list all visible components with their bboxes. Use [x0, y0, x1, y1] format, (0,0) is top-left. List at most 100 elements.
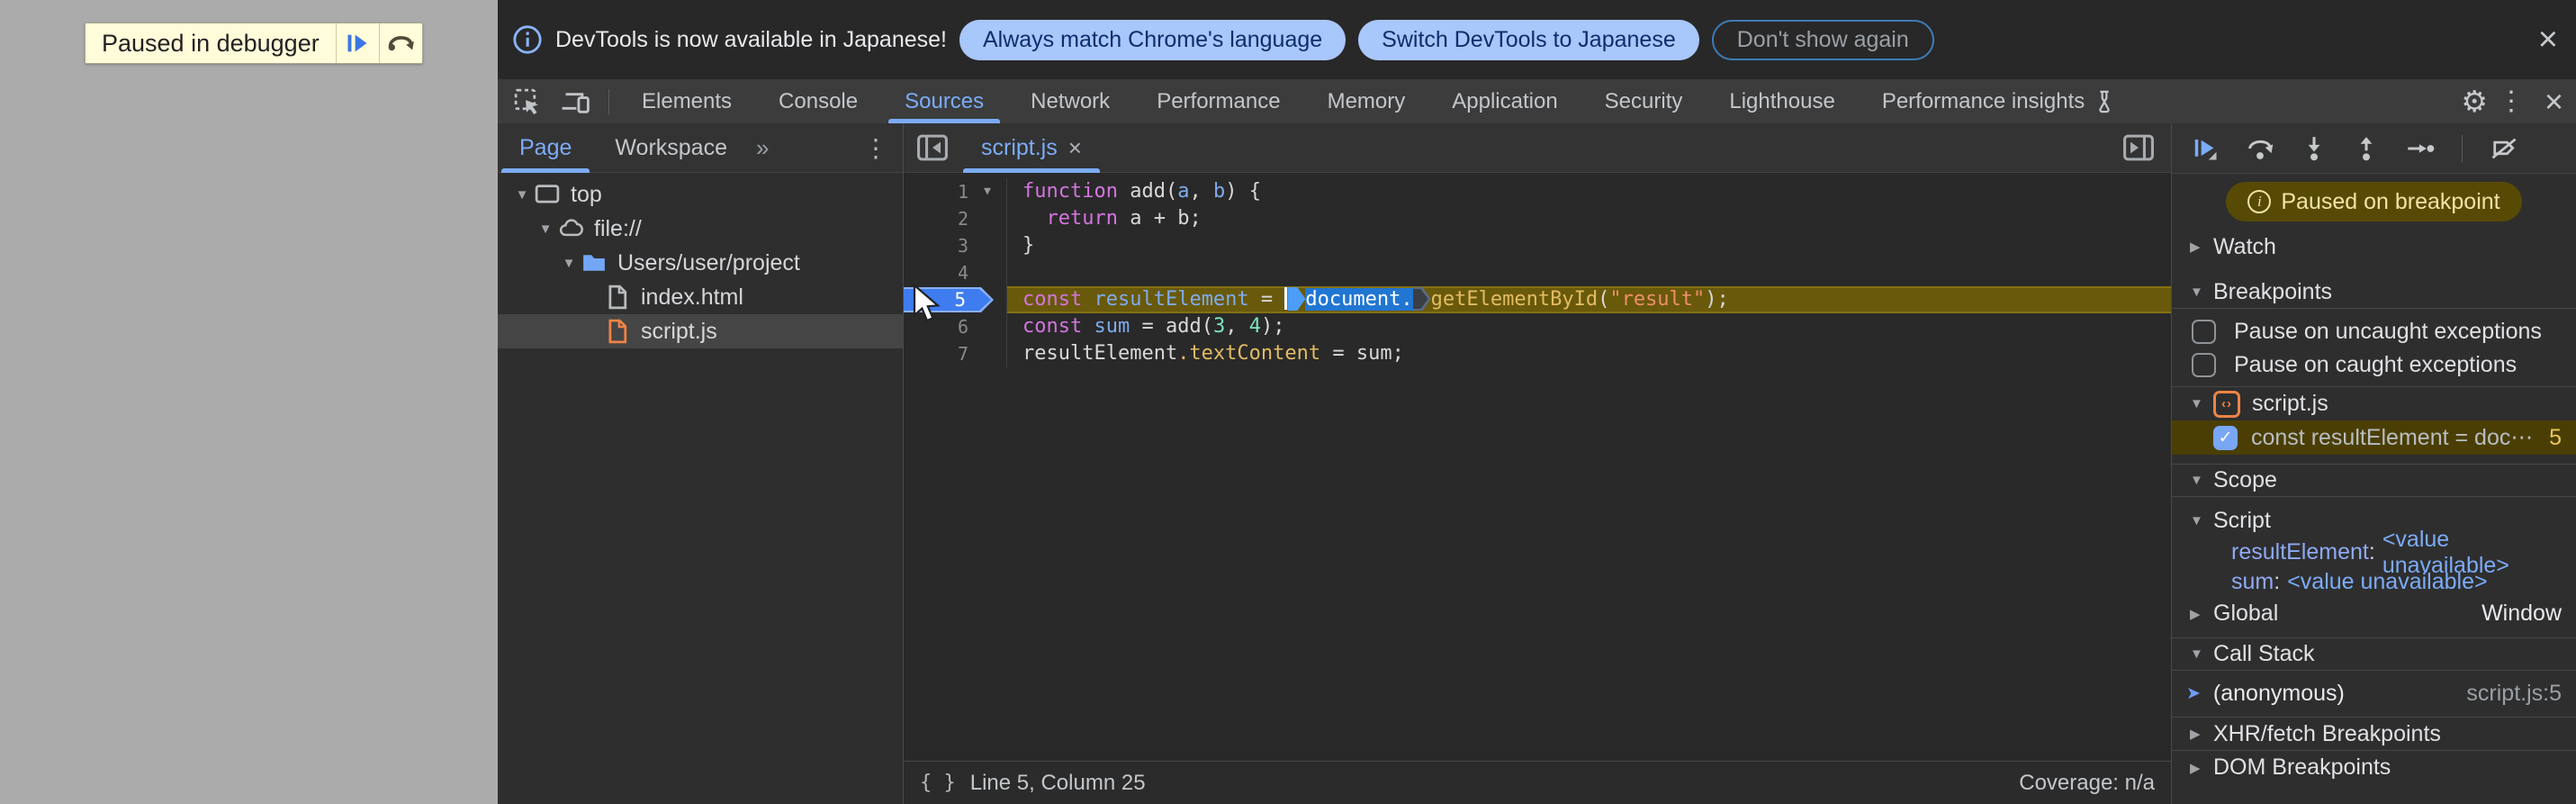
- tree-expand-arrow-icon[interactable]: ▼: [534, 221, 557, 237]
- code-fold-arrow-icon[interactable]: ▼: [968, 178, 1006, 205]
- line-number[interactable]: 1: [904, 178, 968, 205]
- always-match-language-button[interactable]: Always match Chrome's language: [959, 19, 1347, 60]
- code-text[interactable]: const sum = add(3, 4);: [1006, 313, 2171, 340]
- navigator-more-tabs-chevron[interactable]: »: [749, 134, 776, 162]
- line-number[interactable]: 3: [904, 232, 968, 259]
- code-line-2[interactable]: 2 return a + b;: [904, 205, 2171, 232]
- tree-item-users-user-project[interactable]: ▼ Users/user/project: [498, 246, 903, 280]
- tab-sources[interactable]: Sources: [881, 79, 1007, 123]
- step-button[interactable]: [2406, 135, 2435, 162]
- scope-global-row[interactable]: ▶ Global Window: [2172, 597, 2576, 630]
- more-options-kebab-button[interactable]: ⋮: [2488, 86, 2535, 117]
- breakpoint-entry[interactable]: const resultElement = doc⋯ 5: [2172, 420, 2576, 455]
- scope-variable-row[interactable]: resultElement: <value unavailable>: [2172, 527, 2576, 578]
- section-breakpoints[interactable]: ▼ Breakpoints: [2172, 276, 2576, 309]
- navigator-tab-workspace[interactable]: Workspace: [593, 123, 749, 173]
- gutter-line-5[interactable]: 5: [904, 286, 1006, 313]
- pause-uncaught-exceptions-row[interactable]: Pause on uncaught exceptions: [2172, 315, 2576, 348]
- tab-network[interactable]: Network: [1007, 79, 1133, 123]
- code-token: return: [1046, 207, 1118, 230]
- toggle-device-toolbar-button[interactable]: [551, 86, 599, 116]
- inline-breakpoint-marker-active[interactable]: [1287, 287, 1306, 311]
- dont-show-again-button[interactable]: Don't show again: [1711, 19, 1934, 60]
- caught-exceptions-checkbox[interactable]: [2192, 353, 2216, 377]
- settings-gear-button[interactable]: ⚙: [2461, 84, 2488, 119]
- breakpoint-enabled-checkbox[interactable]: [2213, 425, 2238, 450]
- tree-item-script-js[interactable]: script.js: [498, 314, 903, 348]
- code-line-1[interactable]: 1 ▼ function add(a, b) {: [904, 178, 2171, 205]
- code-text[interactable]: return a + b;: [1006, 205, 2171, 232]
- gutter-line-1[interactable]: 1 ▼: [904, 178, 1006, 205]
- code-text[interactable]: [1006, 259, 2171, 286]
- tab-elements[interactable]: Elements: [618, 79, 755, 123]
- pretty-print-icon[interactable]: { }: [920, 772, 956, 794]
- code-line-6[interactable]: 6 const sum = add(3, 4);: [904, 313, 2171, 340]
- section-dom-breakpoints[interactable]: ▶ DOM Breakpoints: [2172, 750, 2576, 784]
- deactivate-breakpoints-button[interactable]: [2490, 135, 2518, 162]
- tab-lighthouse[interactable]: Lighthouse: [1706, 79, 1858, 123]
- gutter-line-6[interactable]: 6: [904, 313, 1006, 340]
- toggle-navigator-panel-button[interactable]: [916, 133, 949, 162]
- tab-memory[interactable]: Memory: [1304, 79, 1429, 123]
- code-line-5[interactable]: 5 const resultElement = document. getEleme…: [904, 286, 2171, 313]
- tab-security[interactable]: Security: [1581, 79, 1707, 123]
- tree-expand-arrow-icon[interactable]: ▼: [557, 256, 581, 271]
- devtools-infobar: DevTools is now available in Japanese! A…: [498, 0, 2576, 79]
- line-number[interactable]: 2: [904, 205, 968, 232]
- gutter-line-7[interactable]: 7: [904, 340, 1006, 367]
- line-number[interactable]: 4: [904, 259, 968, 286]
- uncaught-exceptions-checkbox[interactable]: [2192, 320, 2216, 344]
- navigator-kebab-menu[interactable]: ⋮: [863, 133, 888, 163]
- code-line-4[interactable]: 4: [904, 259, 2171, 286]
- banner-step-over-button[interactable]: [378, 23, 422, 63]
- line-number[interactable]: 7: [904, 340, 968, 367]
- variable-name: sum: [2231, 569, 2274, 594]
- step-out-button[interactable]: [2354, 135, 2379, 162]
- call-stack-frame[interactable]: ➤ (anonymous) script.js:5: [2172, 675, 2576, 711]
- inline-breakpoint-marker[interactable]: [1412, 287, 1431, 311]
- frame-location: script.js:5: [2466, 680, 2562, 706]
- code-text[interactable]: }: [1006, 232, 2171, 259]
- gutter-line-4[interactable]: 4: [904, 259, 1006, 286]
- tree-item-top[interactable]: ▼ top: [498, 177, 903, 212]
- code-text[interactable]: const resultElement = document. getElemen…: [1006, 286, 2171, 313]
- code-line-3[interactable]: 3}: [904, 232, 2171, 259]
- code-token: ,: [1189, 180, 1213, 203]
- gutter-line-3[interactable]: 3: [904, 232, 1006, 259]
- gutter-line-2[interactable]: 2: [904, 205, 1006, 232]
- tree-expand-arrow-icon[interactable]: ▼: [510, 187, 534, 203]
- tree-item-file-[interactable]: ▼ file://: [498, 212, 903, 246]
- code-line-7[interactable]: 7 resultElement.textContent = sum;: [904, 340, 2171, 367]
- breakpoint-group-script-js[interactable]: ▼ ‹› script.js: [2172, 386, 2576, 420]
- code-text[interactable]: resultElement.textContent = sum;: [1006, 340, 2171, 367]
- devtools-close-button[interactable]: ×: [2535, 83, 2563, 121]
- tab-performance[interactable]: Performance: [1133, 79, 1303, 123]
- tab-performance-insights[interactable]: Performance insights: [1859, 79, 2139, 123]
- tree-item-index-html[interactable]: index.html: [498, 280, 903, 314]
- step-into-button[interactable]: [2301, 135, 2327, 162]
- resume-script-button[interactable]: [2192, 135, 2219, 162]
- inspect-element-button[interactable]: [503, 86, 551, 116]
- section-scope[interactable]: ▼ Scope: [2172, 464, 2576, 497]
- scope-variable-row[interactable]: sum: <value unavailable>: [2172, 567, 2576, 597]
- infobar-close-button[interactable]: ×: [2538, 23, 2558, 57]
- section-xhr-breakpoints[interactable]: ▶ XHR/fetch Breakpoints: [2172, 717, 2576, 750]
- code-text[interactable]: function add(a, b) {: [1006, 178, 2171, 205]
- step-over-button[interactable]: [2246, 135, 2274, 162]
- line-number[interactable]: 6: [904, 313, 968, 340]
- pause-caught-exceptions-row[interactable]: Pause on caught exceptions: [2172, 348, 2576, 382]
- banner-resume-button[interactable]: [335, 23, 379, 63]
- switch-devtools-japanese-button[interactable]: Switch DevTools to Japanese: [1358, 19, 1699, 60]
- navigator-tab-page[interactable]: Page: [498, 123, 593, 173]
- toggle-debugger-panel-button[interactable]: [2122, 133, 2155, 162]
- folder-icon: [581, 249, 608, 276]
- editor-tab-script-js[interactable]: script.js ×: [961, 123, 1102, 173]
- section-watch[interactable]: ▶ Watch: [2172, 230, 2576, 264]
- tab-console[interactable]: Console: [755, 79, 881, 123]
- code-editor[interactable]: 1 ▼ function add(a, b) {2 return a + b; 3} 4…: [904, 173, 2171, 761]
- editor-tab-close-icon[interactable]: ×: [1068, 134, 1082, 162]
- tab-application[interactable]: Application: [1428, 79, 1581, 123]
- section-call-stack[interactable]: ▼ Call Stack: [2172, 637, 2576, 671]
- code-token: resultElement: [1094, 288, 1249, 311]
